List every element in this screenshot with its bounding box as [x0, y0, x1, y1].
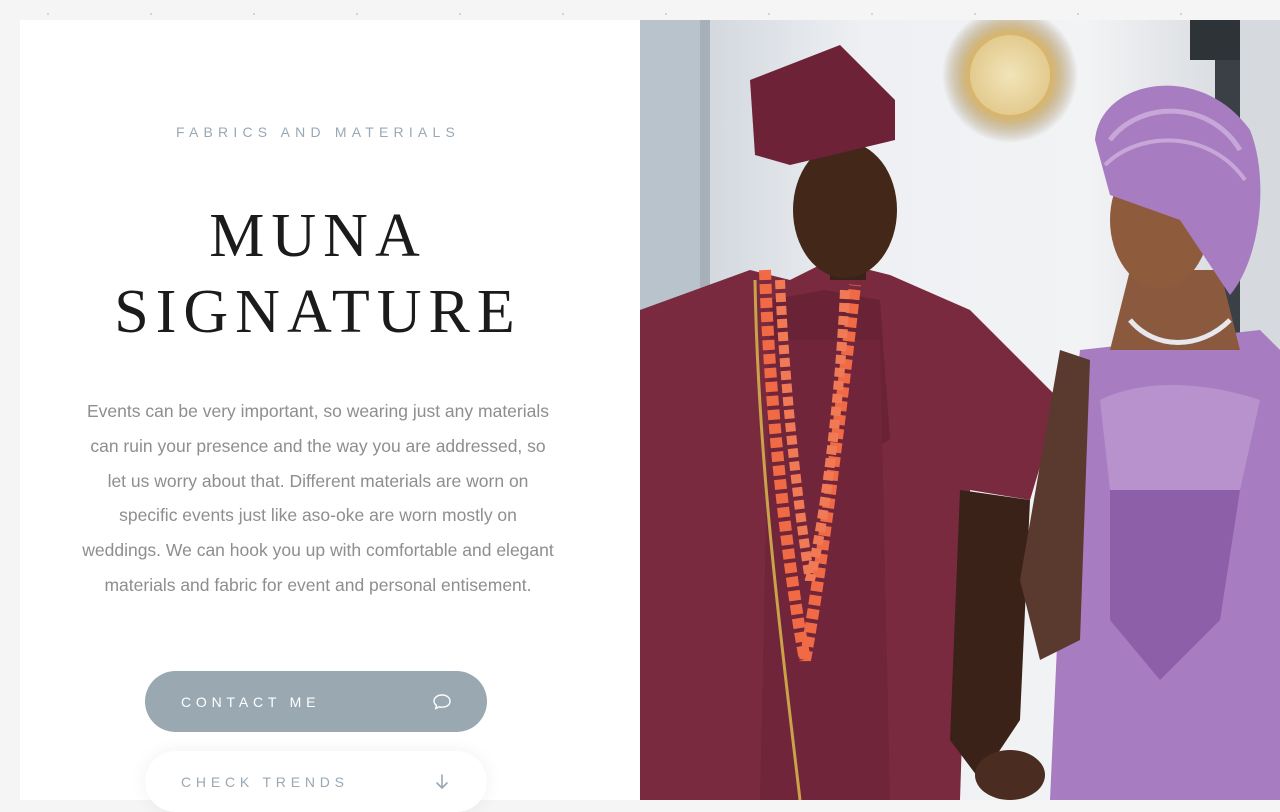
- title-line-2: SIGNATURE: [114, 278, 522, 346]
- couple-illustration: [640, 20, 1280, 800]
- check-trends-button[interactable]: CHECK TRENDS: [145, 751, 487, 812]
- section-title: MUNA SIGNATURE: [20, 198, 616, 350]
- hero-photo: [640, 20, 1280, 800]
- contact-me-label: CONTACT ME: [181, 693, 321, 710]
- top-dotted-border: [0, 0, 1280, 20]
- arrow-down-icon: [431, 771, 453, 793]
- intro-panel: FABRICS AND MATERIALS MUNA SIGNATURE Eve…: [20, 20, 640, 812]
- contact-me-button[interactable]: CONTACT ME: [145, 671, 487, 732]
- section-eyebrow: FABRICS AND MATERIALS: [176, 124, 460, 140]
- section-description: Events can be very important, so wearing…: [82, 401, 554, 595]
- title-line-1: MUNA: [209, 202, 427, 270]
- check-trends-label: CHECK TRENDS: [181, 773, 349, 790]
- chat-bubble-icon: [431, 691, 453, 713]
